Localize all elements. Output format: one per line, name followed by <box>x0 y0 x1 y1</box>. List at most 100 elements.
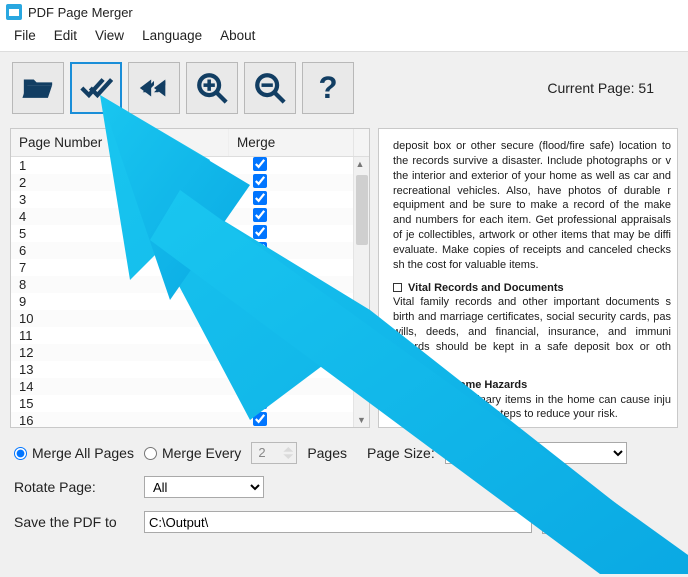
merge-every-radio[interactable]: Merge Every <box>144 445 241 461</box>
table-row[interactable]: 15 <box>11 395 369 412</box>
merge-checkbox[interactable] <box>253 310 267 324</box>
merge-cell <box>229 276 369 293</box>
merge-checkbox[interactable] <box>253 225 267 239</box>
page-number-cell: 8 <box>11 277 229 292</box>
scroll-down-icon[interactable]: ▼ <box>357 413 366 427</box>
merge-cell <box>229 293 369 310</box>
merge-every-input[interactable] <box>144 447 157 460</box>
preview-section-2: Vital Records and DocumentsVital family … <box>393 281 671 370</box>
table-row[interactable]: 1 <box>11 157 369 174</box>
table-row[interactable]: 5 <box>11 225 369 242</box>
merge-all-label: Merge All Pages <box>32 445 134 461</box>
merge-every-label: Merge Every <box>162 445 241 461</box>
merge-cell <box>229 395 369 412</box>
options-area: Merge All Pages Merge Every 2 Pages Page… <box>0 434 688 534</box>
merge-checkbox[interactable] <box>253 174 267 188</box>
merge-checkbox[interactable] <box>253 276 267 290</box>
page-size-select[interactable]: A4 <box>445 442 627 464</box>
current-page-text: Current Page: <box>547 80 638 96</box>
page-number-cell: 15 <box>11 396 229 411</box>
table-row[interactable]: 6 <box>11 242 369 259</box>
scroll-thumb[interactable] <box>356 175 368 245</box>
merge-checkbox[interactable] <box>253 191 267 205</box>
page-number-cell: 5 <box>11 226 229 241</box>
menu-edit[interactable]: Edit <box>54 28 77 43</box>
help-button[interactable]: ? <box>302 62 354 114</box>
merge-cell <box>229 208 369 225</box>
col-page-number[interactable]: Page Number <box>11 129 229 156</box>
checkbox-icon <box>393 283 402 292</box>
merge-cell <box>229 242 369 259</box>
merge-all-radio[interactable]: Merge All Pages <box>14 445 134 461</box>
check-all-button[interactable] <box>70 62 122 114</box>
current-page-value: 51 <box>638 80 654 96</box>
check-all-icon <box>79 71 113 105</box>
merge-checkbox[interactable] <box>253 412 267 426</box>
rotate-select[interactable]: All <box>144 476 264 498</box>
table-row[interactable]: 8 <box>11 276 369 293</box>
scroll-up-icon[interactable]: ▲ <box>356 157 368 171</box>
merge-checkbox[interactable] <box>253 395 267 409</box>
menu-about[interactable]: About <box>220 28 255 43</box>
page-list-panel: Page Number Merge 1234567891011121314151… <box>10 128 370 428</box>
merge-checkbox[interactable] <box>253 242 267 256</box>
menu-view[interactable]: View <box>95 28 124 43</box>
zoom-out-icon <box>253 71 287 105</box>
col-scroll-header <box>353 129 369 156</box>
merge-checkbox[interactable] <box>253 208 267 222</box>
table-row[interactable]: 7 <box>11 259 369 276</box>
document-preview: deposit box or other secure (flood/fire … <box>393 139 671 428</box>
merge-all-input[interactable] <box>14 447 27 460</box>
section-title: Vital Records and Documents <box>408 282 564 294</box>
page-number-cell: 12 <box>11 345 229 360</box>
main-row: Page Number Merge 1234567891011121314151… <box>0 124 688 434</box>
merge-cell <box>229 259 369 276</box>
undo-button[interactable] <box>128 62 180 114</box>
merge-cell <box>229 310 369 327</box>
open-button[interactable] <box>12 62 64 114</box>
page-number-cell: 13 <box>11 362 229 377</box>
page-number-cell: 7 <box>11 260 229 275</box>
merge-checkbox[interactable] <box>253 361 267 375</box>
table-row[interactable]: 10 <box>11 310 369 327</box>
save-path-input[interactable] <box>144 511 532 533</box>
merge-every-spinner[interactable]: 2 <box>251 442 297 464</box>
zoom-in-icon <box>195 71 229 105</box>
menu-language[interactable]: Language <box>142 28 202 43</box>
merge-mode-row: Merge All Pages Merge Every 2 Pages Page… <box>14 442 674 464</box>
table-row[interactable]: 4 <box>11 208 369 225</box>
browse-button[interactable]: Browse <box>542 510 611 534</box>
merge-cell <box>229 327 369 344</box>
zoom-out-button[interactable] <box>244 62 296 114</box>
section-body: In a disaster, ordinary items in the hom… <box>393 394 671 421</box>
merge-checkbox[interactable] <box>253 344 267 358</box>
table-row[interactable]: 9 <box>11 293 369 310</box>
table-row[interactable]: 2 <box>11 174 369 191</box>
rotate-label: Rotate Page: <box>14 479 134 495</box>
table-row[interactable]: 3 <box>11 191 369 208</box>
table-row[interactable]: 12 <box>11 344 369 361</box>
help-icon: ? <box>311 71 345 105</box>
page-rows: 12345678910111213141516 ▲ ▼ <box>11 157 369 427</box>
merge-checkbox[interactable] <box>253 157 267 171</box>
merge-checkbox[interactable] <box>253 259 267 273</box>
merge-checkbox[interactable] <box>253 293 267 307</box>
menu-file[interactable]: File <box>14 28 36 43</box>
table-row[interactable]: 16 <box>11 412 369 427</box>
col-merge[interactable]: Merge <box>229 129 353 156</box>
table-row[interactable]: 13 <box>11 361 369 378</box>
preview-panel: deposit box or other secure (flood/fire … <box>378 128 678 428</box>
merge-checkbox[interactable] <box>253 378 267 392</box>
scrollbar[interactable]: ▲ ▼ <box>353 157 369 427</box>
toolbar-row: ? Current Page: 51 <box>0 52 688 124</box>
merge-checkbox[interactable] <box>253 327 267 341</box>
merge-cell <box>229 344 369 361</box>
open-folder-icon <box>21 71 55 105</box>
page-size-label: Page Size: <box>367 445 435 461</box>
zoom-in-button[interactable] <box>186 62 238 114</box>
table-row[interactable]: 14 <box>11 378 369 395</box>
svg-text:?: ? <box>318 71 337 105</box>
page-number-cell: 4 <box>11 209 229 224</box>
page-number-cell: 11 <box>11 328 229 343</box>
table-row[interactable]: 11 <box>11 327 369 344</box>
